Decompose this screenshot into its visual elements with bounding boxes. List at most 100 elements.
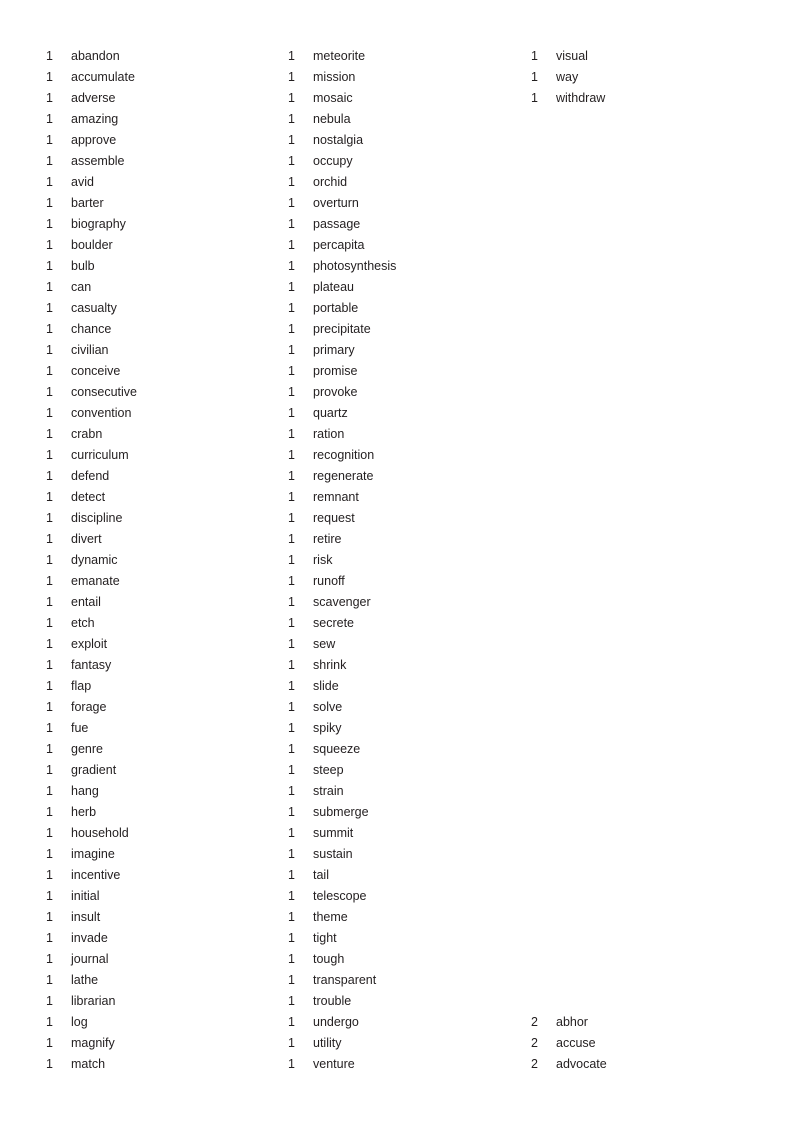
word-text: dynamic [71, 553, 118, 567]
word-entry: 1 way [531, 67, 767, 88]
word-text: visual [556, 49, 588, 63]
word-entry: 1 crabn [46, 424, 288, 445]
word-entry: 1 entail [46, 592, 288, 613]
word-entry: 1 risk [288, 550, 531, 571]
word-count: 1 [46, 805, 53, 819]
word-list-column-2: 1 meteorite 1 mission 1 mosaic 1 nebula 1 nostalg… [288, 46, 531, 1075]
word-entry: 1 lathe [46, 970, 288, 991]
word-entry: 1 can [46, 277, 288, 298]
word-entry: 1 mosaic [288, 88, 531, 109]
word-count: 1 [288, 826, 295, 840]
word-count: 1 [46, 553, 53, 567]
word-text: accumulate [71, 70, 135, 84]
word-count: 1 [288, 1057, 295, 1071]
word-text: passage [313, 217, 361, 231]
word-entry: 1 gradient [46, 760, 288, 781]
word-count: 1 [288, 679, 295, 693]
word-text: convention [71, 406, 132, 420]
word-entry: 1 orchid [288, 172, 531, 193]
word-text: solve [313, 700, 343, 714]
word-count: 1 [46, 175, 53, 189]
word-count: 2 [531, 1015, 538, 1029]
word-count: 1 [46, 679, 53, 693]
word-entry: 1 squeeze [288, 739, 531, 760]
word-text: way [556, 70, 579, 84]
word-count: 1 [46, 364, 53, 378]
word-count: 1 [531, 91, 538, 105]
word-count: 1 [46, 700, 53, 714]
word-count: 1 [46, 826, 53, 840]
word-entry: 1 telescope [288, 886, 531, 907]
word-entry: 1 flap [46, 676, 288, 697]
word-count: 1 [46, 427, 53, 441]
word-text: insult [71, 910, 101, 924]
word-entry: 1 retire [288, 529, 531, 550]
word-entry: 1 tail [288, 865, 531, 886]
word-count: 1 [288, 889, 295, 903]
word-count: 1 [288, 721, 295, 735]
word-entry: 1 precipitate [288, 319, 531, 340]
word-entry: 1 incentive [46, 865, 288, 886]
word-entry: 1 venture [288, 1054, 531, 1075]
word-count: 1 [288, 364, 295, 378]
word-text: abhor [556, 1015, 588, 1029]
word-text: precipitate [313, 322, 371, 336]
word-count: 1 [288, 469, 295, 483]
word-text: sew [313, 637, 336, 651]
word-entry: 1 imagine [46, 844, 288, 865]
word-count: 1 [46, 910, 53, 924]
word-list-column-1: 1 abandon 1 accumulate 1 adverse 1 amazing 1 appr… [46, 46, 288, 1075]
word-entry: 1 photosynthesis [288, 256, 531, 277]
word-count: 1 [46, 658, 53, 672]
word-count: 1 [46, 868, 53, 882]
word-text: accuse [556, 1036, 596, 1050]
word-text: lathe [71, 973, 99, 987]
word-entry: 1 shrink [288, 655, 531, 676]
word-count: 1 [288, 154, 295, 168]
word-entry: 1 ration [288, 424, 531, 445]
word-count: 1 [46, 196, 53, 210]
word-count: 1 [288, 301, 295, 315]
word-count: 1 [288, 595, 295, 609]
word-entry: 1 conceive [46, 361, 288, 382]
word-entry: 1 regenerate [288, 466, 531, 487]
word-entry: 1 meteorite [288, 46, 531, 67]
word-count: 1 [46, 952, 53, 966]
word-entry: 1 accumulate [46, 67, 288, 88]
word-text: chance [71, 322, 112, 336]
word-list-column-3: 1visual1way1withdraw0x0x0x0x0x0x0x0x0x0x… [531, 46, 767, 1075]
word-count: 1 [288, 217, 295, 231]
word-entry: 2 abhor [531, 1012, 767, 1033]
word-count: 1 [46, 1036, 53, 1050]
word-count: 1 [288, 763, 295, 777]
word-text: remnant [313, 490, 359, 504]
word-entry: 1 herb [46, 802, 288, 823]
word-text: submerge [313, 805, 369, 819]
word-entry: 1 civilian [46, 340, 288, 361]
word-count: 1 [46, 448, 53, 462]
word-text: genre [71, 742, 103, 756]
word-entry: 1 promise [288, 361, 531, 382]
word-text: sustain [313, 847, 353, 861]
word-count: 1 [46, 70, 53, 84]
word-entry: 1 tough [288, 949, 531, 970]
word-text: match [71, 1057, 106, 1071]
word-count: 1 [46, 259, 53, 273]
word-entry: 1 insult [46, 907, 288, 928]
word-text: conceive [71, 364, 121, 378]
word-text: boulder [71, 238, 113, 252]
word-count: 1 [288, 406, 295, 420]
word-text: promise [313, 364, 358, 378]
word-count: 1 [46, 784, 53, 798]
word-count: 1 [288, 700, 295, 714]
word-entry: 1 dynamic [46, 550, 288, 571]
word-count: 1 [288, 91, 295, 105]
word-text: mission [313, 70, 356, 84]
word-count: 1 [46, 574, 53, 588]
word-entry: 1 undergo [288, 1012, 531, 1033]
word-count: 1 [46, 343, 53, 357]
word-text: etch [71, 616, 95, 630]
word-text: mosaic [313, 91, 353, 105]
word-text: detect [71, 490, 106, 504]
word-text: hang [71, 784, 99, 798]
